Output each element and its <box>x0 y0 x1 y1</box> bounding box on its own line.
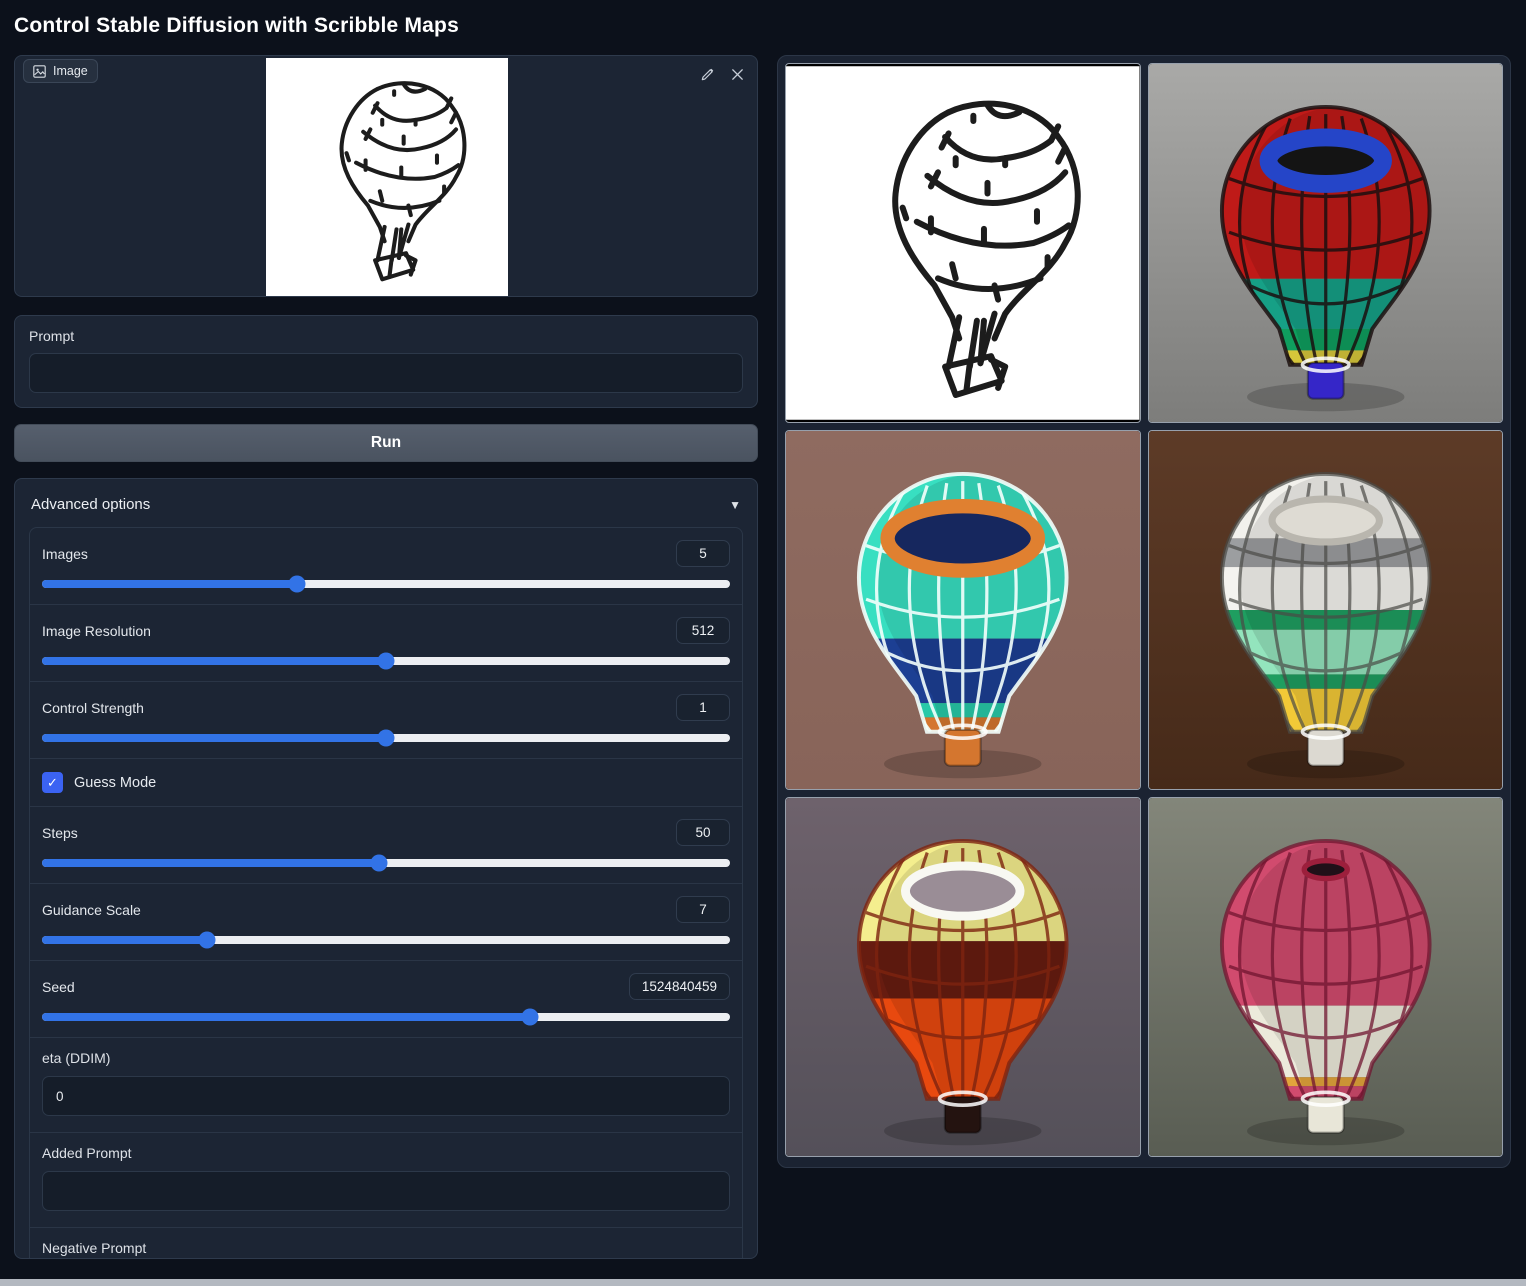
slider-thumb[interactable] <box>288 575 306 593</box>
checkmark-icon: ✓ <box>47 774 58 790</box>
eta-ddim-input[interactable]: 0 <box>42 1076 730 1116</box>
slider-row-steps: Steps 50 <box>30 807 742 884</box>
steps-slider[interactable] <box>42 854 730 872</box>
added-prompt-input[interactable] <box>42 1171 730 1211</box>
control-strength-slider[interactable] <box>42 729 730 747</box>
gallery-item-white-green-yellow-balloon-render[interactable] <box>1147 430 1503 790</box>
guidance-scale-value[interactable]: 7 <box>676 896 730 923</box>
slider-thumb[interactable] <box>198 931 216 949</box>
edit-pencil-icon[interactable] <box>700 67 715 82</box>
close-icon[interactable] <box>730 67 745 82</box>
slider-row-guidance-scale: Guidance Scale 7 <box>30 884 742 961</box>
images-value[interactable]: 5 <box>676 540 730 567</box>
gallery-item-scribble-balloon-sketch[interactable] <box>785 63 1141 423</box>
added-prompt-label: Added Prompt <box>42 1145 132 1161</box>
guess-mode-checkbox[interactable]: ✓ <box>42 772 63 793</box>
image-toolbar <box>700 67 745 82</box>
gallery-item-red-wireframe-balloon-render[interactable] <box>1147 63 1503 423</box>
run-button[interactable]: Run <box>14 424 758 462</box>
eta-ddim-row: eta (DDIM) 0 <box>30 1038 742 1133</box>
advanced-options-header[interactable]: Advanced options ▼ <box>29 491 743 527</box>
slider-row-control-strength: Control Strength 1 <box>30 682 742 759</box>
added-prompt-row: Added Prompt <box>30 1133 742 1228</box>
image-input-panel[interactable]: Image <box>14 55 758 297</box>
page-title: Control Stable Diffusion with Scribble M… <box>14 14 459 37</box>
seed-slider[interactable] <box>42 1008 730 1026</box>
slider-thumb[interactable] <box>377 652 395 670</box>
negative-prompt-row: Negative Prompt <box>30 1228 742 1258</box>
advanced-options-group: Images 5 Image Resolution 512 Control St… <box>29 527 743 1258</box>
image-resolution-value[interactable]: 512 <box>676 617 730 644</box>
uploaded-image[interactable] <box>266 58 508 296</box>
image-input-label: Image <box>53 64 88 78</box>
control-strength-value[interactable]: 1 <box>676 694 730 721</box>
gallery-item-teal-balloon-illustration[interactable] <box>785 430 1141 790</box>
seed-value[interactable]: 1524840459 <box>628 973 730 1000</box>
gallery-item-pink-crimson-balloon-render[interactable] <box>1147 797 1503 1157</box>
prompt-label: Prompt <box>29 328 75 344</box>
advanced-options-title: Advanced options <box>31 496 151 513</box>
slider-thumb[interactable] <box>370 854 388 872</box>
gallery-item-glossy-orange-balloon-render[interactable] <box>785 797 1141 1157</box>
eta-ddim-label: eta (DDIM) <box>42 1050 111 1066</box>
slider-thumb[interactable] <box>377 729 395 747</box>
control-strength-label: Control Strength <box>42 699 144 716</box>
guess-mode-label: Guess Mode <box>74 774 157 791</box>
prompt-panel: Prompt <box>14 315 758 408</box>
advanced-options-panel: Advanced options ▼ Images 5 Image Resolu… <box>14 478 758 1259</box>
image-icon <box>33 64 46 78</box>
negative-prompt-label: Negative Prompt <box>42 1240 147 1256</box>
main-layout: Image Prompt Run Advanced options ▼ Imag… <box>14 55 1511 1259</box>
slider-row-images: Images 5 <box>30 528 742 605</box>
guidance-scale-slider[interactable] <box>42 931 730 949</box>
steps-label: Steps <box>42 824 78 841</box>
images-slider[interactable] <box>42 575 730 593</box>
chevron-down-icon: ▼ <box>729 497 741 512</box>
slider-row-seed: Seed 1524840459 <box>30 961 742 1038</box>
image-input-label-tab: Image <box>23 59 98 83</box>
prompt-input[interactable] <box>29 353 743 393</box>
guess-mode-row: ✓ Guess Mode <box>30 759 742 807</box>
slider-row-image-resolution: Image Resolution 512 <box>30 605 742 682</box>
images-label: Images <box>42 545 88 562</box>
slider-thumb[interactable] <box>521 1008 539 1026</box>
guidance-scale-label: Guidance Scale <box>42 901 141 918</box>
app-root: Control Stable Diffusion with Scribble M… <box>0 0 1526 1259</box>
image-resolution-label: Image Resolution <box>42 622 151 639</box>
image-resolution-slider[interactable] <box>42 652 730 670</box>
right-column <box>777 55 1511 1168</box>
gallery-grid <box>785 63 1503 1160</box>
steps-value[interactable]: 50 <box>676 819 730 846</box>
left-column: Image Prompt Run Advanced options ▼ Imag… <box>14 55 758 1259</box>
horizontal-scrollbar[interactable] <box>0 1279 1526 1286</box>
output-gallery <box>777 55 1511 1168</box>
seed-label: Seed <box>42 978 75 995</box>
